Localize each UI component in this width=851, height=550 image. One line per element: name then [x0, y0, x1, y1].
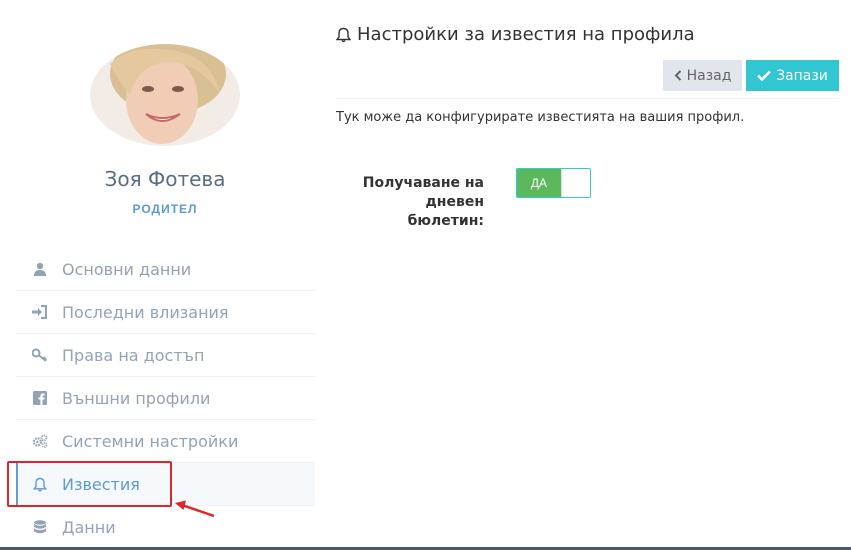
- user-role: РОДИТЕЛ: [132, 202, 198, 216]
- sidebar-item-label: Системни настройки: [62, 431, 239, 451]
- description-text: Тук може да конфигурирате известията на …: [336, 110, 745, 125]
- sidebar-item-external-profiles[interactable]: Външни профили: [16, 377, 315, 420]
- sidebar-item-label: Известия: [62, 474, 140, 494]
- cogs-icon: [32, 433, 48, 449]
- back-button-label: Назад: [686, 67, 732, 84]
- sidebar-item-last-logins[interactable]: Последни влизания: [16, 291, 315, 334]
- sign-in-icon: [32, 304, 48, 320]
- facebook-icon: [32, 390, 48, 406]
- sidebar-item-label: Основни данни: [62, 259, 192, 279]
- field-label-line: Получаване на: [362, 175, 484, 191]
- database-icon: [32, 520, 48, 536]
- divider: [336, 98, 839, 99]
- toggle-on-label: ДА: [517, 169, 561, 197]
- daily-bulletin-toggle[interactable]: ДА: [516, 168, 591, 198]
- field-label-line: дневен бюлетин:: [407, 194, 484, 229]
- save-button-label: Запази: [776, 67, 828, 84]
- toggle-handle: [561, 169, 590, 197]
- sidebar-item-label: Последни влизания: [62, 302, 229, 322]
- profile-nav: Основни данни Последни влизания Права на…: [16, 248, 315, 549]
- avatar: [90, 44, 240, 146]
- sidebar-item-label: Външни профили: [62, 388, 211, 408]
- back-button[interactable]: Назад: [663, 60, 742, 91]
- key-icon: [32, 347, 48, 363]
- save-button[interactable]: Запази: [746, 60, 839, 91]
- user-icon: [32, 261, 48, 277]
- profile-sidebar: Зоя Фотева РОДИТЕЛ Основни данни Последн…: [0, 0, 330, 550]
- check-icon: [757, 70, 771, 81]
- sidebar-item-access-rights[interactable]: Права на достъп: [16, 334, 315, 377]
- sidebar-item-data[interactable]: Данни: [16, 506, 315, 549]
- sidebar-item-label: Права на достъп: [62, 345, 205, 365]
- user-name: Зоя Фотева: [104, 167, 226, 191]
- daily-bulletin-label: Получаване на дневен бюлетин:: [350, 174, 484, 231]
- sidebar-item-label: Данни: [62, 518, 116, 537]
- bell-icon: [32, 476, 48, 492]
- sidebar-item-system-settings[interactable]: Системни настройки: [16, 420, 315, 463]
- notifications-panel: Настройки за известия на профила Назад З…: [330, 0, 851, 550]
- bell-icon: [336, 27, 351, 43]
- page-title: Настройки за известия на профила: [336, 24, 695, 45]
- sidebar-item-notifications[interactable]: Известия: [16, 463, 315, 506]
- page-title-text: Настройки за известия на профила: [357, 24, 695, 45]
- chevron-left-icon: [674, 70, 681, 81]
- sidebar-item-basic-data[interactable]: Основни данни: [16, 248, 315, 291]
